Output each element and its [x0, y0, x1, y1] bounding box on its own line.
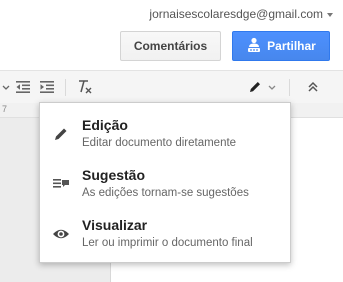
increase-indent-button[interactable]: [37, 77, 57, 97]
clear-formatting-icon: [79, 80, 92, 94]
mode-item-title: Edição: [82, 117, 128, 133]
formatting-toolbar: [0, 70, 343, 104]
pencil-icon: [250, 82, 260, 92]
pencil-icon: [52, 125, 70, 143]
mode-item-description: Editar documento diretamente: [82, 137, 237, 149]
clear-formatting-button[interactable]: [74, 77, 96, 97]
mode-item-description: Ler ou imprimir o documento final: [82, 237, 253, 249]
eye-icon: [52, 225, 70, 243]
share-people-icon: [246, 37, 262, 56]
share-button-label: Partilhar: [267, 39, 316, 53]
chevron-down-icon: [2, 85, 10, 90]
suggest-icon: [52, 175, 70, 193]
share-button[interactable]: Partilhar: [232, 31, 330, 61]
editing-mode-menu: Edição Editar documento diretamente Suge…: [39, 102, 291, 263]
toolbar-divider: [65, 79, 66, 96]
editing-mode-button[interactable]: [244, 77, 280, 97]
collapse-toolbar-button[interactable]: [302, 77, 324, 97]
mode-item-suggesting[interactable]: Sugestão As edições tornam-se sugestões: [40, 165, 290, 211]
account-switcher[interactable]: jornaisescolaresdge@gmail.com: [149, 7, 333, 21]
double-chevron-up-icon: [308, 81, 318, 92]
mode-item-viewing[interactable]: Visualizar Ler ou imprimir o documento f…: [40, 215, 290, 261]
comments-button[interactable]: Comentários: [120, 31, 221, 61]
increase-indent-icon: [40, 81, 54, 93]
decrease-indent-button[interactable]: [13, 77, 33, 97]
toolbar-divider: [289, 79, 290, 96]
ruler-marker: 7: [2, 104, 8, 114]
chevron-down-icon: [327, 12, 333, 17]
list-dropdown-caret[interactable]: [2, 77, 10, 97]
mode-item-title: Sugestão: [82, 167, 146, 183]
header-bar: jornaisescolaresdge@gmail.com Comentário…: [0, 0, 343, 70]
decrease-indent-icon: [16, 81, 30, 93]
comments-button-label: Comentários: [133, 39, 208, 53]
account-email: jornaisescolaresdge@gmail.com: [149, 7, 323, 21]
mode-item-description: As edições tornam-se sugestões: [82, 187, 249, 199]
chevron-down-icon: [268, 85, 276, 90]
mode-item-editing[interactable]: Edição Editar documento diretamente: [40, 115, 290, 161]
mode-item-title: Visualizar: [82, 217, 148, 233]
